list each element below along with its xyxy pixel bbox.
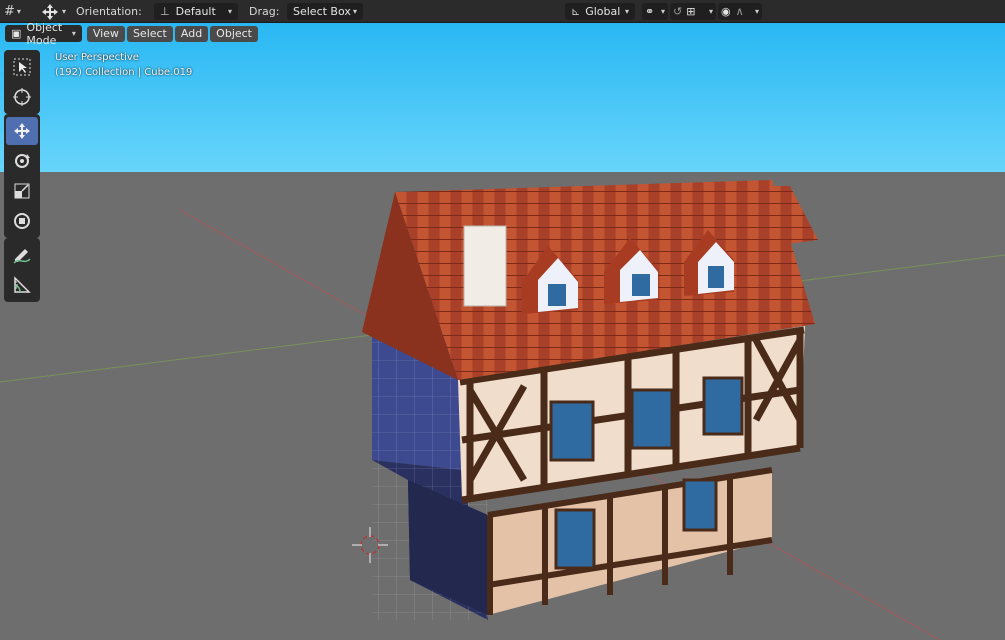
toolbar-transform-group bbox=[4, 114, 40, 238]
viewport-menus: ▣ Object Mode ▾ View Select Add Object bbox=[0, 21, 260, 47]
scale-icon bbox=[14, 183, 30, 199]
proportional-edit-icon: ◉ bbox=[721, 5, 731, 18]
viewport-header: # ▾ ▾ Orientation: ⊥ Default ▾ Drag: Sel… bbox=[0, 0, 1005, 23]
view-name: User Perspective bbox=[55, 52, 139, 63]
transform-icon bbox=[14, 213, 30, 229]
snap-magnet-icon: ↺ bbox=[673, 5, 683, 18]
tool-cursor[interactable] bbox=[6, 83, 38, 111]
pivot-icon: ⚭ bbox=[645, 5, 655, 18]
proportional-editing-group[interactable]: ◉ ∧ ▾ bbox=[718, 3, 762, 20]
tool-move[interactable] bbox=[6, 117, 38, 145]
menu-select[interactable]: Select bbox=[126, 25, 173, 42]
viewport-3d[interactable] bbox=[0, 0, 1005, 640]
transform-orientation-dropdown[interactable]: ⊾ Global ▾ bbox=[565, 3, 635, 20]
chevron-down-icon: ▾ bbox=[62, 7, 67, 16]
global-axis-icon: ⊾ bbox=[571, 5, 581, 18]
toolbar-select-group bbox=[4, 50, 40, 114]
window bbox=[682, 478, 718, 532]
object-mode-icon: ▣ bbox=[11, 27, 22, 40]
rotate-icon bbox=[15, 154, 30, 168]
orientation-label: Orientation: bbox=[76, 5, 142, 18]
chevron-down-icon: ▾ bbox=[754, 7, 759, 16]
chevron-down-icon: ▾ bbox=[624, 7, 629, 16]
mode-value: Object Mode bbox=[26, 20, 63, 47]
toolbar-annotate-group bbox=[4, 238, 40, 302]
orientation-value: Default bbox=[175, 5, 216, 18]
orientation-dropdown[interactable]: ⊥ Default ▾ bbox=[154, 3, 238, 20]
chevron-down-icon: ▾ bbox=[16, 7, 21, 16]
menu-view[interactable]: View bbox=[86, 25, 125, 42]
tool-rotate[interactable] bbox=[6, 147, 38, 175]
move-arrows-icon bbox=[42, 3, 58, 20]
chevron-down-icon: ▾ bbox=[227, 7, 232, 16]
chevron-down-icon: ▾ bbox=[708, 7, 713, 16]
tool-measure[interactable] bbox=[6, 271, 38, 299]
cursor-icon bbox=[13, 88, 31, 106]
collection-info: (192) Collection | Cube.019 bbox=[55, 67, 193, 78]
editor-type-icon: # bbox=[4, 4, 15, 19]
tool-annotate[interactable] bbox=[6, 241, 38, 269]
snapping-group[interactable]: ↺ ⊞ ▾ bbox=[670, 3, 716, 20]
pivot-point-dropdown[interactable]: ⚭ ▾ bbox=[642, 3, 668, 20]
chevron-down-icon: ▾ bbox=[352, 7, 357, 16]
menu-object[interactable]: Object bbox=[210, 25, 258, 42]
transform-space-value: Global bbox=[585, 5, 621, 18]
menu-add[interactable]: Add bbox=[174, 25, 209, 42]
tool-scale[interactable] bbox=[6, 177, 38, 205]
window bbox=[549, 400, 595, 462]
drag-label: Drag: bbox=[249, 5, 280, 18]
window bbox=[702, 376, 744, 436]
snap-toggle[interactable]: # ▾ bbox=[4, 0, 21, 23]
drag-dropdown[interactable]: Select Box ▾ bbox=[287, 3, 363, 20]
annotate-pencil-icon bbox=[13, 249, 31, 264]
falloff-curve-icon: ∧ bbox=[735, 5, 744, 18]
measure-ruler-icon bbox=[14, 276, 31, 293]
drag-value: Select Box bbox=[293, 5, 351, 18]
chimney bbox=[463, 225, 507, 307]
snap-target-icon: ⊞ bbox=[686, 5, 696, 18]
tool-transform[interactable] bbox=[6, 207, 38, 235]
select-box-icon bbox=[13, 58, 31, 76]
window bbox=[554, 508, 596, 570]
tool-select-box[interactable] bbox=[6, 53, 38, 81]
window bbox=[630, 388, 674, 450]
orientation-axis-icon: ⊥ bbox=[160, 5, 170, 18]
chevron-down-icon: ▾ bbox=[660, 7, 665, 16]
mode-dropdown[interactable]: ▣ Object Mode ▾ bbox=[5, 21, 82, 47]
chevron-down-icon: ▾ bbox=[71, 29, 76, 38]
move-icon bbox=[14, 123, 30, 139]
